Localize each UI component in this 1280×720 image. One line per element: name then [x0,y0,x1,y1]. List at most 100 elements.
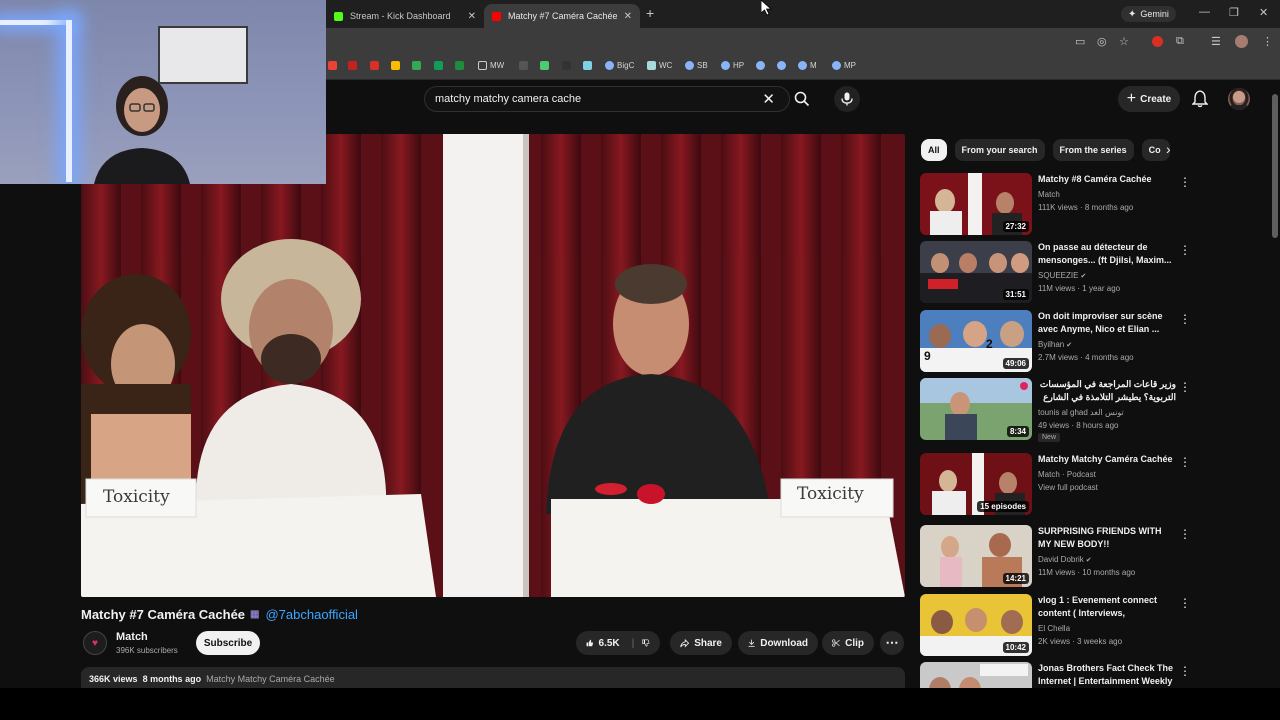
more-vert-icon[interactable]: ⋮ [1179,243,1191,257]
bookmark-drive-icon[interactable] [412,61,424,70]
bookmark-gmail-icon[interactable] [348,61,360,70]
search-input[interactable]: matchy matchy camera cache ✕ [424,86,790,112]
recommendation-item[interactable]: Jonas Brothers Fact Check The Internet |… [920,662,1190,688]
thumbnail[interactable]: 14:21 [920,525,1032,587]
bookmark-folder-mw[interactable]: MW [478,61,504,70]
download-button[interactable]: Download [738,631,818,655]
scrollbar-thumb[interactable] [1272,94,1278,238]
rec-title[interactable]: Matchy #8 Caméra Cachée [1038,173,1176,186]
bookmark-wc[interactable]: WC [647,61,672,70]
more-vert-icon[interactable]: ⋮ [1179,664,1190,678]
bookmark-mp[interactable]: MP [832,61,856,70]
channel-name[interactable]: Match [116,631,148,643]
rec-channel[interactable]: tounis al ghad تونس الغد [1038,408,1124,417]
notifications-bell-icon[interactable] [1192,90,1208,108]
cast-icon[interactable]: ▭ [1075,35,1085,48]
video-player[interactable]: Toxicity Toxicity [81,134,905,597]
thumbs-down-icon[interactable] [642,636,650,650]
bookmark-sheets-icon[interactable] [434,61,446,70]
rec-channel[interactable]: David Dobrik ✔ [1038,555,1092,564]
voice-search-button[interactable] [834,86,860,112]
recommendation-item[interactable]: 27:32 Matchy #8 Caméra Cachée Match 111K… [920,173,1191,235]
rec-title[interactable]: vlog 1 : Evenement connect content ( Int… [1038,594,1176,620]
new-tab-icon[interactable]: + [646,5,654,21]
rec-title[interactable]: On passe au détecteur de mensonges... (f… [1038,241,1176,267]
rec-title[interactable]: SURPRISING FRIENDS WITH MY NEW BODY!! [1038,525,1176,551]
channel-avatar[interactable]: ♥ [83,631,107,655]
menu-icon[interactable]: ⋮ [1262,35,1273,48]
share-button[interactable]: Share [670,631,732,655]
recommendation-item[interactable]: 14:21 SURPRISING FRIENDS WITH MY NEW BOD… [920,525,1191,587]
bookmark-drive-icon[interactable] [391,61,403,70]
recommendation-item[interactable]: 9 2 49:06 On doit improviser sur scène av… [920,310,1191,372]
tab-youtube-video[interactable]: Matchy #7 Caméra Cachée ✕ [484,4,640,28]
view-full-podcast-link[interactable]: View full podcast [1038,483,1098,492]
tab-close-icon[interactable]: ✕ [468,11,476,22]
bookmark-gmail-icon[interactable] [370,61,382,70]
thumbnail[interactable]: 9 2 49:06 [920,310,1032,372]
thumbnail[interactable]: 8:34 [920,378,1032,440]
rec-title[interactable]: وزير قاعات المراجعة في المؤسسات التربوية… [1038,378,1176,404]
hashtag-link[interactable]: @7abchaofficial [265,607,357,622]
rec-channel[interactable]: Match · Podcast [1038,470,1096,479]
more-vert-icon[interactable]: ⋮ [1179,175,1191,189]
series-link[interactable]: Matchy Matchy Caméra Cachée [206,674,335,684]
bookmark-hp[interactable]: HP [721,61,744,70]
bookmark-icon[interactable] [756,61,768,70]
tab-kick-dashboard[interactable]: Stream - Kick Dashboard ✕ [326,4,484,28]
thumbnail[interactable]: 31:51 [920,241,1032,303]
extension-badge-icon[interactable] [1152,36,1163,47]
bookmark-icon[interactable] [519,61,531,70]
bookmark-icon[interactable] [583,61,595,70]
bookmark-bigc[interactable]: BigC [605,61,634,70]
recommendation-item[interactable]: 15 episodes Matchy Matchy Caméra Cachée … [920,453,1191,515]
account-avatar[interactable] [1228,88,1250,110]
rec-title[interactable]: Jonas Brothers Fact Check The Internet |… [1038,662,1176,688]
clear-search-icon[interactable]: ✕ [762,90,775,108]
thumbnail[interactable]: 10:42 [920,594,1032,656]
bookmark-star-icon[interactable]: ☆ [1119,35,1129,48]
thumbnail[interactable]: 27:32 [920,173,1032,235]
profile-avatar[interactable] [1235,35,1248,48]
search-button[interactable] [790,86,814,112]
rec-channel[interactable]: El Chella [1038,624,1070,633]
bookmark-m[interactable]: M [798,61,817,70]
more-vert-icon[interactable]: ⋮ [1179,527,1191,541]
bookmark-icon[interactable] [777,61,789,70]
rec-channel[interactable]: Byilhan ✔ [1038,340,1072,349]
chip-all[interactable]: All [921,139,947,161]
bookmark-gmail-icon[interactable] [328,61,340,70]
chevron-right-icon[interactable]: › [1166,141,1171,157]
clip-button[interactable]: Clip [822,631,874,655]
more-vert-icon[interactable]: ⋮ [1179,312,1191,326]
more-vert-icon[interactable]: ⋮ [1179,596,1191,610]
recommendation-item[interactable]: 8:34 وزير قاعات المراجعة في المؤسسات الت… [920,378,1191,442]
more-actions-button[interactable]: ⋯ [880,631,904,655]
maximize-icon[interactable]: ❐ [1229,6,1239,19]
gemini-button[interactable]: ✦ Gemini [1121,6,1176,22]
rec-channel[interactable]: Match [1038,190,1060,199]
minimize-icon[interactable]: — [1199,6,1210,18]
more-vert-icon[interactable]: ⋮ [1179,455,1191,469]
recommendation-item[interactable]: 10:42 vlog 1 : Evenement connect content… [920,594,1191,656]
chip-from-the-series[interactable]: From the series [1052,139,1134,161]
like-button[interactable]: 6.5K | [576,631,660,655]
rec-title[interactable]: Matchy Matchy Caméra Cachée [1038,453,1176,466]
subscribe-button[interactable]: Subscribe [196,631,260,655]
tab-close-icon[interactable]: ✕ [624,11,632,22]
recommendation-item[interactable]: 31:51 On passe au détecteur de mensonges… [920,241,1191,303]
bookmark-icon[interactable] [562,61,574,70]
extensions-icon[interactable]: ⧉ [1176,35,1184,48]
bookmark-sb[interactable]: SB [685,61,708,70]
more-vert-icon[interactable]: ⋮ [1179,380,1191,394]
bookmark-play-icon[interactable] [540,61,552,70]
rec-title[interactable]: On doit improviser sur scène avec Anyme,… [1038,310,1176,336]
close-window-icon[interactable]: ✕ [1259,6,1268,19]
eye-off-icon[interactable]: ◎ [1097,35,1107,48]
rec-channel[interactable]: SQUEEZIE ✔ [1038,271,1086,280]
thumbnail[interactable]: 15 episodes [920,453,1032,515]
create-button[interactable]: + Create [1118,86,1180,112]
chip-from-your-search[interactable]: From your search [954,139,1045,161]
bookmark-sheets-icon[interactable] [455,61,467,70]
thumbnail[interactable] [920,662,1032,688]
